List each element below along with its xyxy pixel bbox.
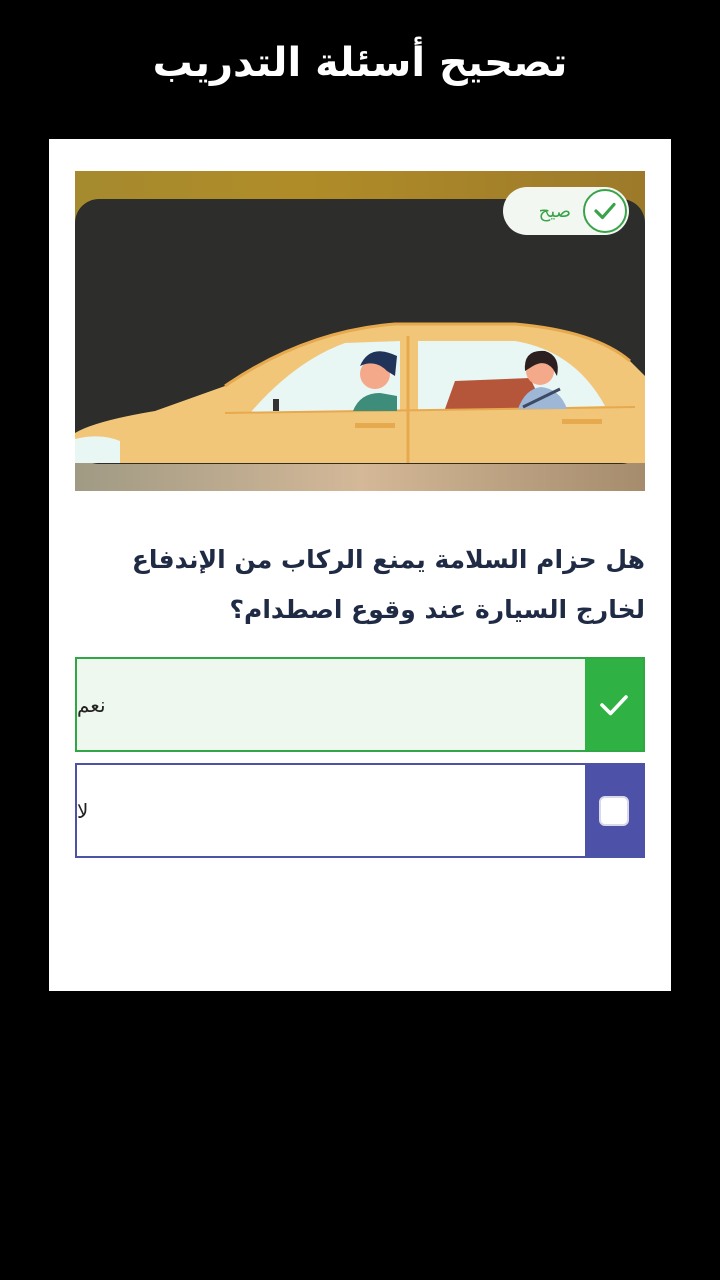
result-badge-label: صيح: [538, 200, 571, 222]
answer-option-label: نعم: [77, 692, 106, 717]
answer-option-no[interactable]: لا: [75, 763, 645, 858]
result-badge: صيح: [503, 187, 629, 235]
question-illustration: صيح: [75, 171, 645, 491]
question-text: هل حزام السلامة يمنع الركاب من الإندفاع …: [131, 545, 645, 624]
answer-option-label: لا: [77, 798, 89, 823]
check-icon: [585, 659, 643, 750]
page-title: تصحيح أسئلة التدريب: [152, 40, 568, 86]
check-circle-icon: [583, 189, 627, 233]
empty-checkbox-icon: [585, 765, 643, 856]
question-card: صيح هل حزام السلامة يمنع الركاب من الإند…: [49, 139, 671, 991]
answer-option-yes[interactable]: نعم: [75, 657, 645, 752]
